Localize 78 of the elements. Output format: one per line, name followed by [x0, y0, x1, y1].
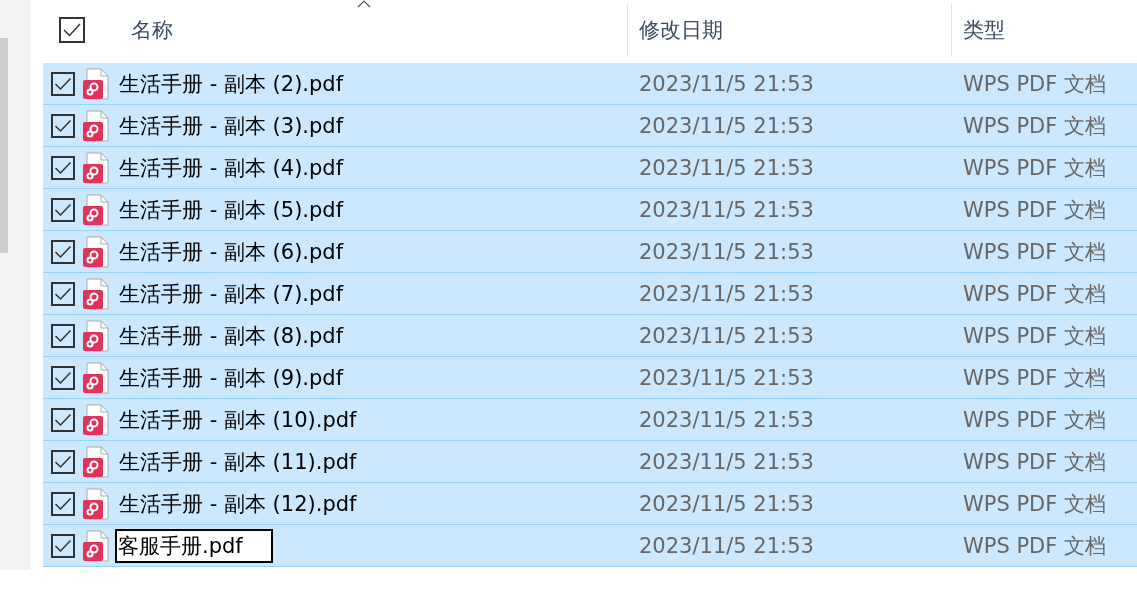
- pdf-file-icon: [82, 487, 110, 520]
- file-type: WPS PDF 文档: [963, 448, 1107, 476]
- file-name: 生活手册 - 副本 (7).pdf: [119, 280, 344, 308]
- file-name: 生活手册 - 副本 (11).pdf: [119, 448, 357, 476]
- file-row[interactable]: 生活手册 - 副本 (5).pdf 2023/11/5 21:53 WPS PDF 文档: [43, 189, 1137, 231]
- file-name: 生活手册 - 副本 (12).pdf: [119, 490, 357, 518]
- row-checkbox[interactable]: [51, 491, 75, 516]
- scrollbar-thumb[interactable]: [0, 38, 8, 253]
- file-row[interactable]: 客服手册.pdf 2023/11/5 21:53 WPS PDF 文档: [43, 525, 1137, 567]
- column-header[interactable]: 修改日期: [627, 4, 951, 56]
- modified-date: 2023/11/5 21:53: [639, 113, 814, 138]
- row-checkbox[interactable]: [51, 155, 75, 180]
- pdf-file-icon: [82, 403, 110, 436]
- file-row[interactable]: 生活手册 - 副本 (3).pdf 2023/11/5 21:53 WPS PDF 文档: [43, 105, 1137, 147]
- row-checkbox[interactable]: [51, 323, 75, 348]
- file-row[interactable]: 生活手册 - 副本 (9).pdf 2023/11/5 21:53 WPS PDF 文档: [43, 357, 1137, 399]
- file-row[interactable]: 生活手册 - 副本 (11).pdf 2023/11/5 21:53 WPS PDF 文档: [43, 441, 1137, 483]
- row-checkbox[interactable]: [51, 71, 75, 96]
- file-name: 生活手册 - 副本 (3).pdf: [119, 112, 344, 140]
- modified-date: 2023/11/5 21:53: [639, 239, 814, 264]
- modified-date: 2023/11/5 21:53: [639, 281, 814, 306]
- file-type: WPS PDF 文档: [963, 154, 1107, 182]
- file-type: WPS PDF 文档: [963, 238, 1107, 266]
- modified-date: 2023/11/5 21:53: [639, 533, 814, 558]
- file-row[interactable]: 生活手册 - 副本 (2).pdf 2023/11/5 21:53 WPS PDF 文档: [43, 63, 1137, 105]
- file-name: 生活手册 - 副本 (2).pdf: [119, 70, 344, 98]
- row-checkbox[interactable]: [51, 197, 75, 222]
- select-all-checkbox[interactable]: [59, 17, 85, 43]
- file-name: 生活手册 - 副本 (8).pdf: [119, 322, 344, 350]
- row-checkbox[interactable]: [51, 113, 75, 138]
- file-name: 生活手册 - 副本 (5).pdf: [119, 196, 344, 224]
- modified-date: 2023/11/5 21:53: [639, 155, 814, 180]
- modified-date: 2023/11/5 21:53: [639, 197, 814, 222]
- file-row[interactable]: 生活手册 - 副本 (7).pdf 2023/11/5 21:53 WPS PDF 文档: [43, 273, 1137, 315]
- file-type: WPS PDF 文档: [963, 70, 1107, 98]
- file-type: WPS PDF 文档: [963, 112, 1107, 140]
- pdf-file-icon: [82, 235, 110, 268]
- column-header[interactable]: 类型: [951, 4, 1137, 56]
- file-type: WPS PDF 文档: [963, 322, 1107, 350]
- pdf-file-icon: [82, 109, 110, 142]
- file-row[interactable]: 生活手册 - 副本 (8).pdf 2023/11/5 21:53 WPS PDF 文档: [43, 315, 1137, 357]
- file-row[interactable]: 生活手册 - 副本 (6).pdf 2023/11/5 21:53 WPS PDF 文档: [43, 231, 1137, 273]
- row-checkbox[interactable]: [51, 365, 75, 390]
- row-checkbox[interactable]: [51, 533, 75, 558]
- modified-date: 2023/11/5 21:53: [639, 323, 814, 348]
- pdf-file-icon: [82, 151, 110, 184]
- file-row[interactable]: 生活手册 - 副本 (12).pdf 2023/11/5 21:53 WPS PDF 文档: [43, 483, 1137, 525]
- modified-date: 2023/11/5 21:53: [639, 491, 814, 516]
- pdf-file-icon: [82, 445, 110, 478]
- sort-caret-icon: [357, 0, 371, 8]
- modified-date: 2023/11/5 21:53: [639, 449, 814, 474]
- modified-date: 2023/11/5 21:53: [639, 365, 814, 390]
- file-row[interactable]: 生活手册 - 副本 (10).pdf 2023/11/5 21:53 WPS PDF 文档: [43, 399, 1137, 441]
- row-checkbox[interactable]: [51, 407, 75, 432]
- file-type: WPS PDF 文档: [963, 406, 1107, 434]
- rename-field[interactable]: 客服手册.pdf: [115, 528, 273, 563]
- modified-date: 2023/11/5 21:53: [639, 71, 814, 96]
- file-type: WPS PDF 文档: [963, 196, 1107, 224]
- modified-date: 2023/11/5 21:53: [639, 407, 814, 432]
- row-checkbox[interactable]: [51, 281, 75, 306]
- file-row[interactable]: 生活手册 - 副本 (4).pdf 2023/11/5 21:53 WPS PDF 文档: [43, 147, 1137, 189]
- pdf-file-icon: [82, 529, 110, 562]
- file-name: 生活手册 - 副本 (10).pdf: [119, 406, 357, 434]
- pdf-file-icon: [82, 319, 110, 352]
- file-type: WPS PDF 文档: [963, 490, 1107, 518]
- pdf-file-icon: [82, 277, 110, 310]
- file-type: WPS PDF 文档: [963, 532, 1107, 560]
- column-header[interactable]: 名称: [87, 4, 627, 56]
- pdf-file-icon: [82, 361, 110, 394]
- file-name: 生活手册 - 副本 (6).pdf: [119, 238, 344, 266]
- file-name: 生活手册 - 副本 (4).pdf: [119, 154, 344, 182]
- file-type: WPS PDF 文档: [963, 280, 1107, 308]
- file-name: 生活手册 - 副本 (9).pdf: [119, 364, 344, 392]
- pdf-file-icon: [82, 193, 110, 226]
- row-checkbox[interactable]: [51, 449, 75, 474]
- file-type: WPS PDF 文档: [963, 364, 1107, 392]
- pdf-file-icon: [82, 67, 110, 100]
- row-checkbox[interactable]: [51, 239, 75, 264]
